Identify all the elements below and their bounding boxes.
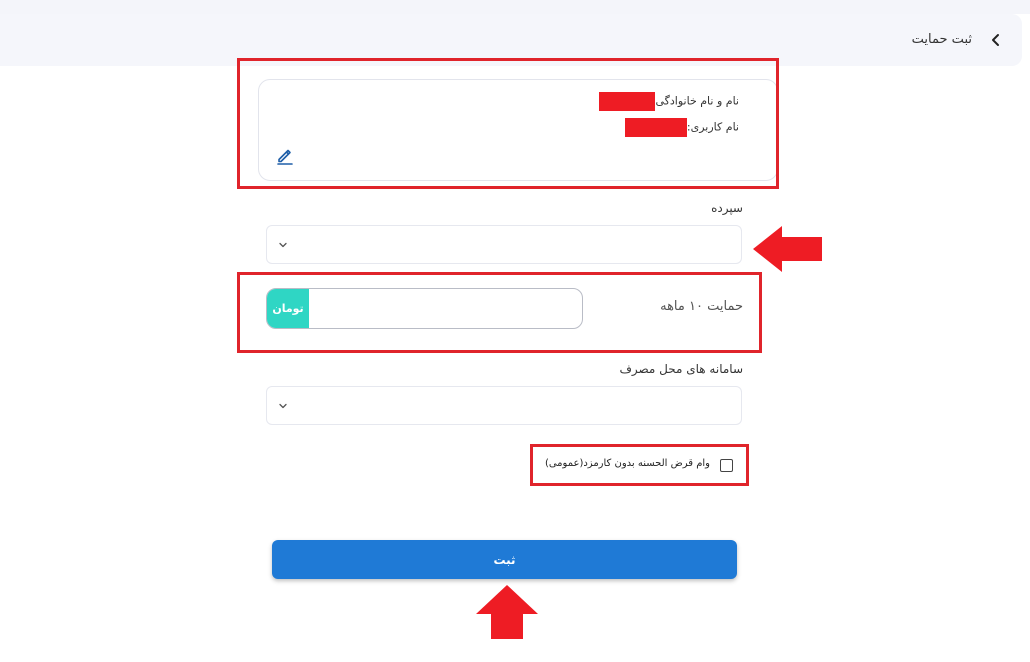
username-row: نام کاربری: (624, 118, 739, 137)
user-info-card: نام و نام خانوادگی نام کاربری: (258, 79, 778, 181)
arrow-up-icon (476, 585, 538, 639)
currency-unit-badge: تومان (267, 289, 309, 328)
deposit-select[interactable] (266, 225, 742, 264)
full-name-row: نام و نام خانوادگی (599, 92, 739, 111)
full-name-redaction (599, 92, 656, 111)
page: ثبت حمایت نام و نام خانوادگی نام کاربری:… (0, 0, 1030, 662)
chevron-down-icon (279, 242, 287, 248)
username-redaction (624, 118, 687, 137)
support-amount-input[interactable] (309, 289, 582, 328)
loan-option-row[interactable]: وام قرض الحسنه بدون کارمزد(عمومی) (540, 455, 740, 477)
chevron-down-icon (279, 403, 287, 409)
arrow-left-icon (753, 226, 822, 272)
top-decorative-strip (0, 0, 1030, 14)
usage-system-select[interactable] (266, 386, 742, 425)
loan-option-checkbox[interactable] (720, 459, 733, 472)
page-header: ثبت حمایت (0, 14, 1022, 66)
support-amount-group: تومان (266, 288, 583, 329)
username-label: نام کاربری: (686, 120, 739, 134)
full-name-label: نام و نام خانوادگی (655, 94, 739, 108)
deposit-label: سپرده (711, 201, 743, 215)
page-title: ثبت حمایت (911, 32, 972, 47)
chevron-back-icon[interactable] (986, 30, 1006, 50)
submit-button[interactable]: ثبت (272, 540, 737, 579)
loan-option-label: وام قرض الحسنه بدون کارمزد(عمومی) (544, 458, 710, 469)
support-label: حمایت ۱۰ ماهه (660, 299, 743, 314)
edit-pencil-icon[interactable] (275, 145, 295, 165)
usage-system-label: سامانه های محل مصرف (619, 362, 743, 376)
